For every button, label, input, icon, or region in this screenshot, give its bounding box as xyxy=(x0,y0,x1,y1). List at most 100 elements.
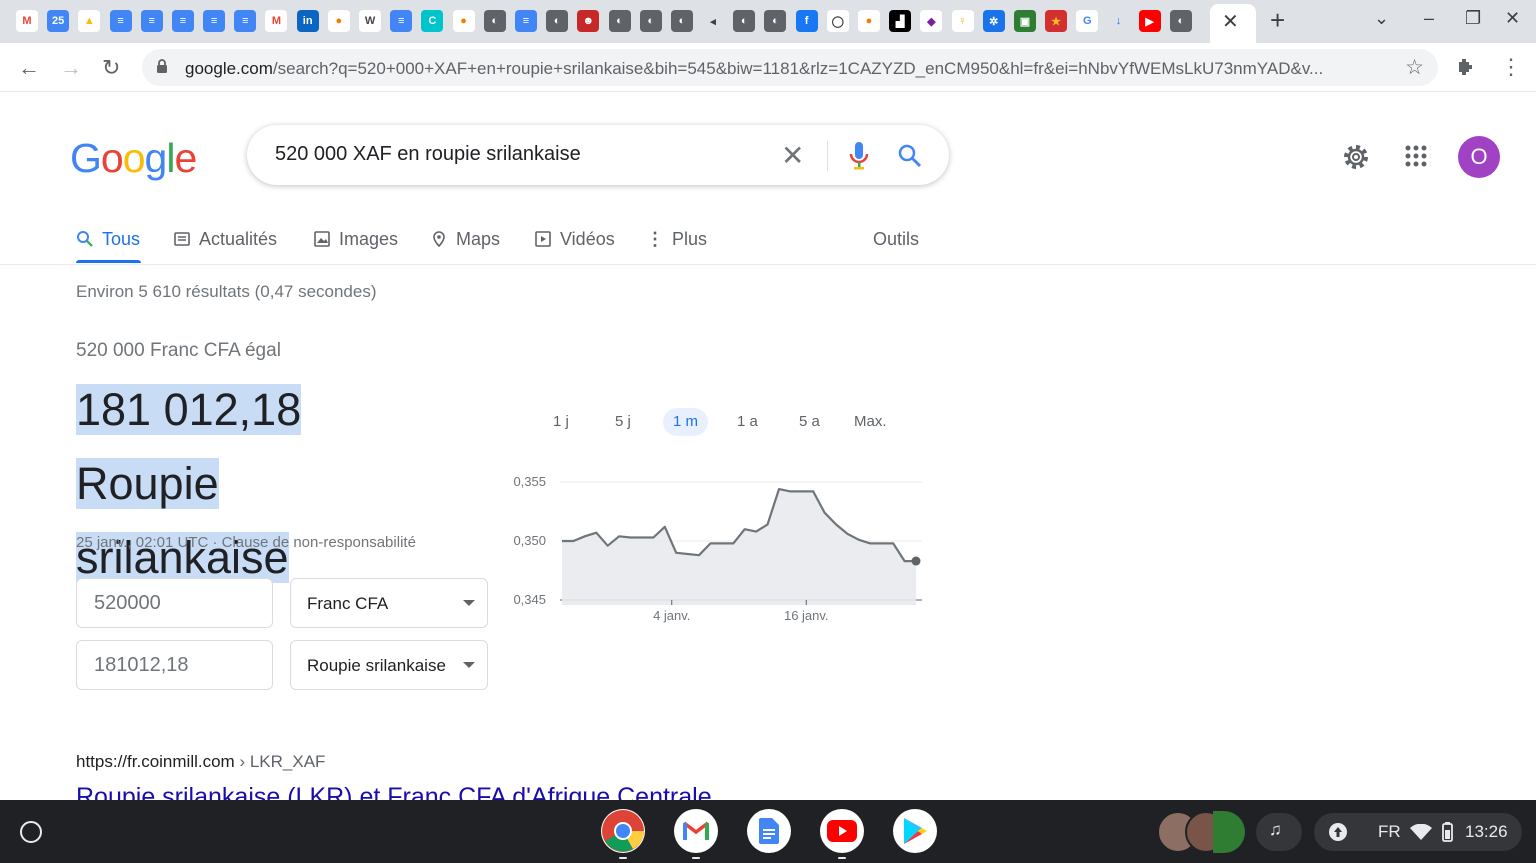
apps-grid-icon[interactable] xyxy=(1404,144,1428,168)
settings-gear-icon[interactable] xyxy=(1341,142,1371,172)
close-window-icon[interactable]: ✕ xyxy=(1505,8,1520,29)
forward-icon[interactable]: → xyxy=(60,55,82,81)
canva-icon[interactable]: C xyxy=(421,10,444,32)
docs-icon[interactable]: ≡ xyxy=(203,10,226,32)
running-indicator xyxy=(838,857,846,859)
youtube-icon[interactable]: ▶ xyxy=(1138,10,1161,32)
globe-icon[interactable]: ◐ xyxy=(608,10,631,32)
wordpress-icon[interactable]: W xyxy=(359,10,382,32)
media-controls-button[interactable]: ♫ xyxy=(1256,813,1302,851)
ghost-icon[interactable]: ☻ xyxy=(577,10,600,32)
gmail-icon[interactable]: M xyxy=(265,10,288,32)
globe-icon[interactable]: ◐ xyxy=(764,10,787,32)
tab-strip: M 25 ▲ ≡ ≡ ≡ ≡ ≡ Min ● W ≡ C ● ◐ ≡ ◐ ☻ ◐ ◐ ◐ ◂ ◐ ◐ f ◯ ● ▟ ◆ ♀ ✲ ▣ ★ G ↓ ▶ ◐… xyxy=(0,0,1536,43)
more-icon: ⋮ xyxy=(646,228,664,249)
docs-icon[interactable]: ≡ xyxy=(390,10,413,32)
to-amount-field[interactable]: 181012,18 xyxy=(76,640,273,690)
audio-icon[interactable]: ◂ xyxy=(702,10,725,32)
maximize-icon[interactable]: ❐ xyxy=(1465,8,1481,29)
from-currency-value: Franc CFA xyxy=(307,594,389,613)
gmail-icon[interactable]: M xyxy=(16,10,38,32)
gmail-icon[interactable] xyxy=(674,809,718,853)
to-amount-value[interactable]: 181012,18 xyxy=(94,654,189,677)
from-currency-select[interactable]: Franc CFA xyxy=(290,578,488,628)
playlist-icon: ♫ xyxy=(1269,820,1282,839)
play-store-icon[interactable] xyxy=(893,809,937,853)
new-tab-button[interactable]: + xyxy=(1270,5,1285,36)
tab-tous[interactable]: Tous xyxy=(76,225,140,253)
globe-icon[interactable]: ◐ xyxy=(483,10,506,32)
docs-icon[interactable]: ≡ xyxy=(514,10,537,32)
docs-icon[interactable]: ≡ xyxy=(140,10,163,32)
globe-icon[interactable]: ◐ xyxy=(546,10,569,32)
bookmark-star-icon[interactable]: ☆ xyxy=(1405,55,1424,80)
puzzle-icon[interactable]: ▟ xyxy=(889,10,912,32)
docs-icon[interactable] xyxy=(747,809,791,853)
period-5y[interactable]: 5 a xyxy=(789,408,830,436)
facebook-icon[interactable]: f xyxy=(795,10,818,32)
chevron-down-icon xyxy=(463,662,475,668)
download-icon[interactable]: ↓ xyxy=(1107,10,1130,32)
photo-icon[interactable]: ▣ xyxy=(1013,10,1036,32)
launcher-button[interactable] xyxy=(20,821,42,843)
account-avatar[interactable]: O xyxy=(1458,136,1500,178)
result-url[interactable]: https://fr.coinmill.com › LKR_XAF xyxy=(76,752,325,772)
globe-icon[interactable]: ◐ xyxy=(1169,10,1192,32)
google-icon[interactable]: G xyxy=(1076,10,1099,32)
microphone-icon[interactable] xyxy=(849,141,869,171)
app-icon[interactable]: ● xyxy=(452,10,475,32)
search-box[interactable]: 520 000 XAF en roupie srilankaise ✕ xyxy=(247,125,949,185)
search-input[interactable]: 520 000 XAF en roupie srilankaise xyxy=(275,143,581,166)
app-icon[interactable]: ● xyxy=(327,10,350,32)
docs-icon[interactable]: ≡ xyxy=(234,10,257,32)
url-text[interactable]: google.com/search?q=520+000+XAF+en+roupi… xyxy=(185,59,1365,79)
video-icon xyxy=(535,231,551,247)
clear-search-icon[interactable]: ✕ xyxy=(781,139,804,172)
tab-actualites[interactable]: Actualités xyxy=(173,225,277,253)
to-currency-select[interactable]: Roupie srilankaise xyxy=(290,640,488,690)
battery-icon xyxy=(1442,822,1453,842)
docs-icon[interactable]: ≡ xyxy=(171,10,194,32)
linkedin-icon[interactable]: in xyxy=(296,10,319,32)
holding-space-thumbnails[interactable] xyxy=(1155,808,1245,856)
globe-icon[interactable]: ◐ xyxy=(639,10,662,32)
reload-icon[interactable]: ↻ xyxy=(102,55,120,81)
from-amount-value[interactable]: 520000 xyxy=(94,592,161,615)
tab-plus[interactable]: ⋮ Plus xyxy=(646,225,707,253)
cycle-icon[interactable]: ◯ xyxy=(826,10,849,32)
close-tab-icon[interactable]: ✕ xyxy=(1222,9,1239,34)
period-max[interactable]: Max. xyxy=(844,408,897,436)
youtube-icon[interactable] xyxy=(820,809,864,853)
back-icon[interactable]: ← xyxy=(18,55,40,81)
globe-icon[interactable]: ◐ xyxy=(733,10,756,32)
extensions-icon[interactable] xyxy=(1455,57,1475,77)
figure-icon[interactable]: ♀ xyxy=(951,10,974,32)
browser-toolbar: ← → ↻ google.com/search?q=520+000+XAF+en… xyxy=(0,43,1536,92)
tab-videos[interactable]: Vidéos xyxy=(534,225,615,253)
tab-search-icon[interactable]: ⌄ xyxy=(1374,8,1389,29)
app-icon[interactable]: ● xyxy=(857,10,880,32)
period-1d[interactable]: 1 j xyxy=(543,408,579,436)
chrome-icon[interactable] xyxy=(601,809,645,853)
from-amount-field[interactable]: 520000 xyxy=(76,578,273,628)
address-bar[interactable]: google.com/search?q=520+000+XAF+en+roupi… xyxy=(142,49,1438,86)
search-submit-icon[interactable] xyxy=(897,143,923,169)
system-tray[interactable]: FR 13:26 xyxy=(1314,813,1522,851)
running-indicator xyxy=(619,857,627,859)
google-logo[interactable]: Google xyxy=(70,135,197,182)
calendar-icon[interactable]: 25 xyxy=(47,10,70,32)
tab-images[interactable]: Images xyxy=(313,225,398,253)
diamond-icon[interactable]: ◆ xyxy=(920,10,943,32)
gear-icon[interactable]: ✲ xyxy=(982,10,1005,32)
minimize-icon[interactable]: – xyxy=(1424,8,1434,29)
period-1y[interactable]: 1 a xyxy=(727,408,768,436)
drive-icon[interactable]: ▲ xyxy=(78,10,101,32)
menu-icon[interactable]: ⋮ xyxy=(1500,54,1522,80)
period-1m[interactable]: 1 m xyxy=(663,408,709,436)
docs-icon[interactable]: ≡ xyxy=(109,10,132,32)
tab-maps[interactable]: Maps xyxy=(430,225,500,253)
flag-icon[interactable]: ★ xyxy=(1045,10,1068,32)
tab-outils[interactable]: Outils xyxy=(873,225,919,253)
period-5d[interactable]: 5 j xyxy=(605,408,641,436)
globe-icon[interactable]: ◐ xyxy=(670,10,693,32)
